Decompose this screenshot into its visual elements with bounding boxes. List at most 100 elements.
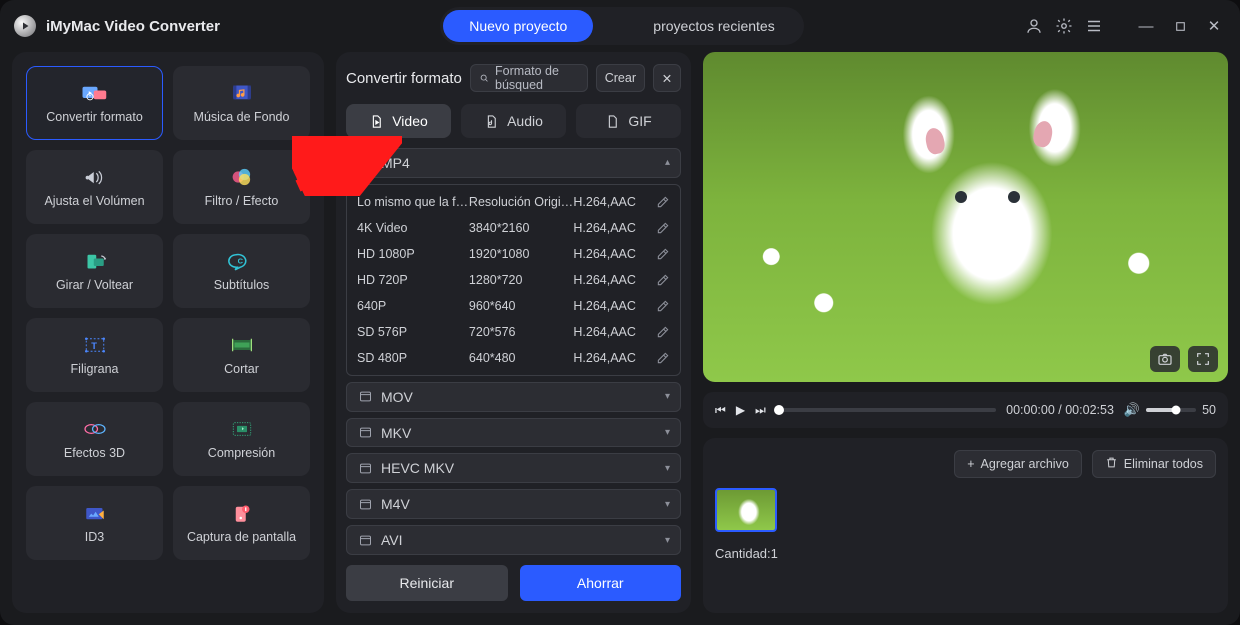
tool-label: Cortar: [224, 362, 259, 376]
tool-volume[interactable]: Ajusta el Volúmen: [26, 150, 163, 224]
reset-button[interactable]: Reiniciar: [346, 565, 508, 601]
tool-watermark[interactable]: T Filigrana: [26, 318, 163, 392]
tool-id3[interactable]: ID3: [26, 486, 163, 560]
preset-codec: H.264,AAC: [573, 299, 648, 313]
format-group-mov[interactable]: MOV▾: [346, 382, 681, 412]
tool-compress[interactable]: Compresión: [173, 402, 310, 476]
volume-icon[interactable]: 🔊: [1124, 402, 1140, 418]
tool-filter[interactable]: Filtro / Efecto: [173, 150, 310, 224]
screen-icon: [227, 502, 257, 524]
preset-row[interactable]: HD 1080P 1920*1080 H.264,AAC: [347, 241, 680, 267]
next-button[interactable]: ⏭: [755, 403, 766, 418]
preset-name: HD 720P: [357, 273, 469, 287]
format-icon: [357, 389, 373, 405]
format-group-hevc-mkv[interactable]: HEVC MKV▾: [346, 453, 681, 483]
format-panel: Convertir formato Formato de búsqued Cre…: [336, 52, 691, 613]
add-file-button[interactable]: + Agregar archivo: [954, 450, 1082, 478]
project-switcher: Nuevo proyecto proyectos recientes: [440, 7, 803, 45]
tool-label: Captura de pantalla: [187, 530, 296, 544]
snapshot-button[interactable]: [1150, 346, 1180, 372]
audio-file-icon: [484, 114, 499, 129]
preset-name: SD 576P: [357, 325, 469, 339]
chevron-down-icon: ▾: [665, 535, 670, 546]
search-placeholder: Formato de búsqued: [495, 64, 579, 92]
tab-gif[interactable]: GIF: [576, 104, 681, 138]
preset-resolution: 3840*2160: [469, 221, 573, 235]
tool-music[interactable]: Música de Fondo: [173, 66, 310, 140]
panel-title: Convertir formato: [346, 70, 462, 87]
preset-row[interactable]: 4K Video 3840*2160 H.264,AAC: [347, 215, 680, 241]
plus-icon: +: [967, 457, 974, 471]
preset-name: 640P: [357, 299, 469, 313]
preset-row[interactable]: SD 576P 720*576 H.264,AAC: [347, 319, 680, 345]
convert-icon: [80, 82, 110, 104]
tool-label: Música de Fondo: [194, 110, 290, 124]
seek-slider[interactable]: [776, 408, 996, 412]
volume-slider[interactable]: [1146, 408, 1196, 412]
preset-row[interactable]: HD 720P 1280*720 H.264,AAC: [347, 267, 680, 293]
account-icon[interactable]: [1024, 16, 1044, 36]
create-format-button[interactable]: Crear: [596, 64, 645, 92]
new-project-tab[interactable]: Nuevo proyecto: [443, 10, 593, 42]
format-search-input[interactable]: Formato de búsqued: [470, 64, 588, 92]
delete-all-button[interactable]: Eliminar todos: [1092, 450, 1216, 478]
preset-resolution: 1920*1080: [469, 247, 573, 261]
preset-row[interactable]: 640P 960*640 H.264,AAC: [347, 293, 680, 319]
edit-preset-icon[interactable]: [648, 273, 670, 287]
gif-file-icon: [605, 114, 620, 129]
queue-thumbnail: [715, 488, 777, 532]
format-icon: [357, 425, 373, 441]
compress-icon: [227, 418, 257, 440]
format-icon: [357, 532, 373, 548]
preset-list: Lo mismo que la fu... Resolución Origina…: [346, 184, 681, 376]
video-preview[interactable]: [703, 52, 1228, 382]
trash-icon: [1105, 456, 1118, 472]
preset-resolution: Resolución Original: [469, 195, 573, 209]
preset-codec: H.264,AAC: [573, 195, 648, 209]
settings-icon[interactable]: [1054, 16, 1074, 36]
format-icon: [357, 460, 373, 476]
rotate-icon: [80, 250, 110, 272]
player-controls: ⏮ ▶ ⏭ 00:00:00 / 00:02:53 🔊 50: [703, 392, 1228, 428]
tool-convert[interactable]: Convertir formato: [26, 66, 163, 140]
edit-preset-icon[interactable]: [648, 221, 670, 235]
minimize-button[interactable]: ―: [1134, 14, 1158, 38]
close-button[interactable]: ✕: [1202, 14, 1226, 38]
edit-preset-icon[interactable]: [648, 195, 670, 209]
tool-label: Filigrana: [71, 362, 119, 376]
edit-preset-icon[interactable]: [648, 299, 670, 313]
tool-screen[interactable]: Captura de pantalla: [173, 486, 310, 560]
edit-preset-icon[interactable]: [648, 325, 670, 339]
format-group-avi[interactable]: AVI▾: [346, 525, 681, 555]
preset-resolution: 960*640: [469, 299, 573, 313]
edit-preset-icon[interactable]: [648, 351, 670, 365]
tool-label: Compresión: [208, 446, 275, 460]
tool-subtitles[interactable]: C Subtítulos: [173, 234, 310, 308]
format-group-m4v[interactable]: M4V▾: [346, 489, 681, 519]
edit-preset-icon[interactable]: [648, 247, 670, 261]
maximize-button[interactable]: [1168, 14, 1192, 38]
tool-fx3d[interactable]: Efectos 3D: [26, 402, 163, 476]
format-group-mkv[interactable]: MKV▾: [346, 418, 681, 448]
chevron-down-icon: ▾: [665, 463, 670, 474]
menu-icon[interactable]: [1084, 16, 1104, 36]
volume-icon: [80, 166, 110, 188]
save-button[interactable]: Ahorrar: [520, 565, 682, 601]
prev-button[interactable]: ⏮: [715, 403, 726, 418]
chevron-down-icon: ▾: [665, 427, 670, 438]
tab-audio[interactable]: Audio: [461, 104, 566, 138]
format-icon: [357, 496, 373, 512]
close-panel-button[interactable]: ✕: [653, 64, 681, 92]
queue-item[interactable]: [715, 488, 777, 532]
tool-rotate[interactable]: Girar / Voltear: [26, 234, 163, 308]
play-button[interactable]: ▶: [736, 403, 745, 417]
recent-projects-tab[interactable]: proyectos recientes: [627, 10, 800, 42]
preset-row[interactable]: Lo mismo que la fu... Resolución Origina…: [347, 189, 680, 215]
tab-video[interactable]: Video: [346, 104, 451, 138]
fullscreen-button[interactable]: [1188, 346, 1218, 372]
tool-cut[interactable]: Cortar: [173, 318, 310, 392]
id3-icon: [80, 502, 110, 524]
format-group-mp4[interactable]: MP4▴: [346, 148, 681, 178]
search-icon: [479, 71, 489, 85]
preset-row[interactable]: SD 480P 640*480 H.264,AAC: [347, 345, 680, 371]
